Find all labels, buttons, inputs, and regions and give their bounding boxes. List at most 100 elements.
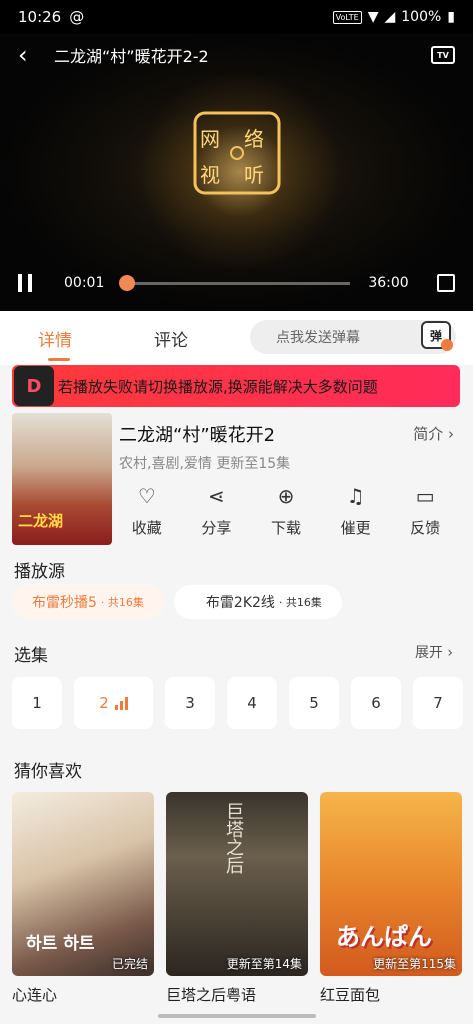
tab-comments[interactable]: 评论: [154, 311, 188, 365]
recommend-badge: 更新至第14集: [226, 957, 302, 971]
episode-item-playing[interactable]: 2: [74, 677, 153, 729]
recommend-list: 하트 하트 已完结 心连心 巨塔之后 更新至第14集 巨塔之后粤语 あんぱん 更…: [12, 792, 462, 1005]
episode-item[interactable]: 6: [351, 677, 401, 729]
status-bar: 10:26 @ VoLTE ▼ ◢ 100% ▮: [0, 0, 473, 34]
show-meta: 农村,喜剧,爱情 更新至15集: [119, 456, 291, 472]
danmu-icon-label: 弹: [429, 328, 442, 343]
episode-item[interactable]: 3: [165, 677, 215, 729]
content-area: D 若播放失败请切换播放源,换源能解决大多数问题 二龙湖 二龙湖“村”暖花开2 …: [0, 365, 473, 1024]
svg-text:视: 视: [200, 163, 220, 187]
check-icon: [441, 339, 453, 351]
share-button[interactable]: ⋖ 分享: [186, 483, 246, 543]
action-label: 收藏: [131, 519, 162, 537]
source-name: 布雷2K2线: [205, 595, 275, 611]
status-time: 10:26: [18, 8, 62, 26]
recommend-name: 心连心: [12, 986, 58, 1004]
recommend-badge: 更新至第115集: [373, 957, 456, 971]
progress-knob[interactable]: [119, 274, 136, 291]
home-indicator[interactable]: [158, 1014, 316, 1018]
recommend-poster: 하트 하트 已完结: [12, 792, 154, 976]
wifi-icon: ▼: [367, 9, 379, 25]
recommend-item[interactable]: 하트 하트 已完结 心连心: [12, 792, 154, 1005]
player-top-bar: ‹ 二龙湖“村”暖花开2-2 TV: [0, 34, 473, 76]
action-label: 反馈: [410, 519, 441, 537]
episode-item[interactable]: 5: [289, 677, 339, 729]
feedback-icon: ▭: [415, 484, 435, 508]
action-label: 下载: [270, 519, 301, 537]
banner-text: 若播放失败请切换播放源,换源能解决大多数问题: [58, 377, 378, 396]
episodes-title: 选集: [14, 646, 48, 666]
download-button[interactable]: ⊕ 下载: [256, 483, 316, 543]
pause-icon[interactable]: [18, 271, 42, 295]
show-poster[interactable]: 二龙湖: [12, 413, 112, 545]
expand-episodes[interactable]: 展开 ›: [415, 642, 453, 662]
player-title: 二龙湖“村”暖花开2-2: [54, 47, 209, 66]
action-bar: ♡ 收藏 ⋖ 分享 ⊕ 下载 ♫ 催更 ▭ 反馈: [112, 483, 460, 543]
svg-text:网: 网: [200, 127, 220, 151]
urge-update-button[interactable]: ♫ 催更: [326, 483, 386, 543]
tv-cast-icon[interactable]: TV: [431, 46, 455, 64]
at-icon: @: [69, 8, 85, 26]
episode-number: 2: [99, 694, 109, 712]
signal-icon: ◢: [384, 9, 396, 25]
recommend-item[interactable]: あんぱん 更新至第115集 红豆面包: [320, 792, 462, 1005]
episode-list: 1 2 3 4 5 6 7: [12, 677, 463, 729]
source-count: · 共16集: [100, 596, 144, 609]
recommend-badge: 已完结: [111, 957, 148, 971]
poster-text: あんぱん: [336, 923, 432, 951]
poster-text: 二龙湖: [18, 512, 64, 530]
recommend-name: 红豆面包: [320, 986, 381, 1004]
action-label: 分享: [201, 519, 232, 537]
recommend-item[interactable]: 巨塔之后 更新至第14集 巨塔之后粤语: [166, 792, 308, 1005]
svg-text:听: 听: [244, 163, 264, 187]
sources-title: 播放源: [14, 562, 65, 582]
back-arrow-icon[interactable]: ‹: [18, 41, 42, 69]
recommend-poster: あんぱん 更新至第115集: [320, 792, 462, 976]
tab-details[interactable]: 详情: [38, 311, 72, 365]
banner-logo: D: [14, 366, 54, 406]
source-count: · 共16集: [278, 596, 322, 609]
action-label: 催更: [340, 519, 371, 537]
poster-text: 하트 하트: [26, 934, 95, 954]
source-name: 布雷秒播5: [32, 595, 97, 611]
bell-icon: ♫: [346, 484, 365, 508]
danmu-toggle-icon[interactable]: 弹: [421, 321, 453, 351]
episode-item[interactable]: 4: [227, 677, 277, 729]
download-icon: ⊕: [277, 484, 295, 508]
poster-text: 巨塔之后: [223, 802, 244, 874]
chevron-right-icon: ›: [448, 425, 454, 443]
source-item[interactable]: 布雷2K2线 · 共16集: [173, 585, 342, 619]
network-video-logo: 网 络 视 听: [193, 111, 281, 195]
chevron-right-icon: ›: [447, 645, 453, 661]
video-player[interactable]: 网 络 视 听 ‹ 二龙湖“村”暖花开2-2 TV 00:01 36:00: [0, 34, 473, 311]
total-time: 36:00: [368, 275, 409, 291]
svg-text:络: 络: [244, 127, 264, 151]
current-time: 00:01: [64, 275, 105, 291]
recommend-name: 巨塔之后粤语: [166, 986, 257, 1004]
battery-icon: ▮: [447, 9, 455, 25]
playing-bars-icon: [114, 696, 128, 710]
fullscreen-icon[interactable]: [437, 274, 455, 292]
volte-icon: VoLTE: [332, 10, 362, 24]
heart-icon: ♡: [137, 484, 156, 508]
detail-tabs: 详情 评论 点我发送弹幕 弹: [0, 311, 473, 365]
expand-label: 展开: [414, 645, 443, 661]
source-item[interactable]: 布雷秒播5 · 共16集: [12, 585, 164, 619]
intro-link[interactable]: 简介 ›: [413, 423, 454, 444]
intro-label: 简介: [413, 425, 444, 443]
feedback-button[interactable]: ▭ 反馈: [395, 483, 455, 543]
show-title: 二龙湖“村”暖花开2: [119, 425, 276, 446]
show-info: 二龙湖 二龙湖“村”暖花开2 简介 › 农村,喜剧,爱情 更新至15集 ♡ 收藏…: [12, 413, 460, 545]
recommend-poster: 巨塔之后 更新至第14集: [166, 792, 308, 976]
battery-level: 100%: [401, 9, 442, 25]
recommend-title: 猜你喜欢: [14, 762, 82, 782]
episode-item[interactable]: 7: [413, 677, 463, 729]
progress-bar[interactable]: [119, 274, 351, 291]
favorite-button[interactable]: ♡ 收藏: [117, 483, 177, 543]
player-controls: 00:01 36:00: [0, 255, 473, 311]
notice-banner[interactable]: D 若播放失败请切换播放源,换源能解决大多数问题: [12, 365, 460, 407]
episode-item[interactable]: 1: [12, 677, 62, 729]
share-icon: ⋖: [208, 484, 225, 508]
source-list: 布雷秒播5 · 共16集 布雷2K2线 · 共16集: [12, 585, 342, 619]
status-right: VoLTE ▼ ◢ 100% ▮: [332, 9, 455, 25]
